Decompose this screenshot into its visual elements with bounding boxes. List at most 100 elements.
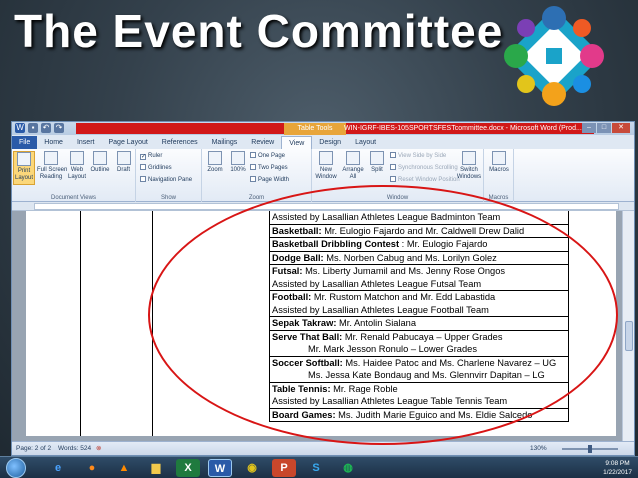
tab-review[interactable]: Review	[244, 136, 281, 149]
skype-icon[interactable]: S	[304, 459, 328, 477]
new-window-button[interactable]: New Window	[314, 151, 338, 185]
undo-icon[interactable]: ↶	[41, 123, 51, 133]
table-cell-line: Board Games: Ms. Judith Marie Eguico and…	[272, 409, 568, 422]
full-screen-reading-button[interactable]: Full Screen Reading	[37, 151, 67, 185]
zoom-100-button[interactable]: 100%	[228, 151, 248, 185]
switch-windows-button[interactable]: Switch Windows	[456, 151, 482, 185]
proofing-icon[interactable]: ⊗	[96, 442, 101, 455]
switch-windows-icon	[462, 151, 476, 165]
tab-design[interactable]: Design	[312, 136, 348, 149]
split-button[interactable]: Split	[368, 151, 386, 185]
two-pages-button[interactable]: Two Pages	[250, 164, 288, 172]
tab-page-layout[interactable]: Page Layout	[101, 136, 154, 149]
word-icon[interactable]: W	[208, 459, 232, 477]
powerpoint-icon[interactable]: P	[272, 459, 296, 477]
page-count[interactable]: Page: 2 of 2	[16, 442, 51, 455]
event-name: Basketball Dribbling Contest	[272, 239, 400, 249]
window-title: WIN-IGRF-IBES-105SPORTSFESTcommittee.doc…	[344, 125, 582, 132]
web-layout-icon	[70, 151, 84, 165]
tab-layout[interactable]: Layout	[348, 136, 383, 149]
zoom-slider-thumb[interactable]	[588, 445, 592, 453]
minimize-button[interactable]: –	[582, 123, 596, 133]
group-label: Show	[160, 195, 176, 201]
system-clock[interactable]: 9:08 PM 1/22/2017	[603, 459, 632, 477]
window-group: New Window Arrange All Split View Side b…	[312, 149, 484, 202]
assignee-text: Ms. Norben Cabug and Ms. Lorilyn Golez	[323, 252, 497, 263]
table-row[interactable]: Serve That Ball: Mr. Renald Pabucaya – U…	[269, 330, 569, 357]
view-side-by-side-button[interactable]: View Side by Side	[390, 152, 446, 160]
arrange-all-icon	[346, 151, 360, 165]
tab-file[interactable]: File	[12, 136, 38, 149]
quick-access-toolbar: W ▪ ↶ ↷	[15, 123, 64, 133]
file-explorer-icon[interactable]: ▆	[144, 459, 168, 477]
document-page[interactable]: Assisted by Lasallian Athletes League Ba…	[26, 211, 616, 436]
scroll-thumb[interactable]	[625, 321, 633, 351]
table-border-line	[152, 211, 153, 436]
assignee-text: Mr. Rustom Matchon and Mr. Edd Labastida	[311, 292, 496, 302]
zoom-100-icon	[231, 151, 245, 165]
clock-time: 9:08 PM	[605, 460, 630, 467]
one-page-button[interactable]: One Page	[250, 152, 285, 160]
ruler-checkbox[interactable]: ✓ Ruler	[140, 152, 162, 160]
assignee-text: Assisted by Lasallian Athletes League Fo…	[272, 304, 489, 315]
web-layout-button[interactable]: Web Layout	[67, 151, 87, 185]
table-row[interactable]: Sepak Takraw: Mr. Antolin Sialana	[269, 317, 569, 331]
internet-explorer-icon[interactable]: e	[46, 459, 70, 477]
page-width-button[interactable]: Page Width	[250, 176, 289, 184]
event-name: Table Tennis:	[272, 383, 331, 394]
zoom-button[interactable]: Zoom	[204, 151, 226, 185]
new-window-icon	[319, 151, 333, 165]
reset-window-position-button[interactable]: Reset Window Position	[390, 176, 460, 184]
vertical-scrollbar[interactable]	[622, 211, 634, 441]
firefox-icon[interactable]: ●	[80, 459, 104, 477]
start-button[interactable]	[6, 458, 26, 478]
committee-logo-icon	[504, 6, 604, 106]
close-button[interactable]: ✕	[612, 123, 630, 133]
draft-button[interactable]: Draft	[113, 151, 134, 185]
table-row[interactable]: Board Games: Ms. Judith Marie Eguico and…	[269, 408, 569, 422]
title-bar: W ▪ ↶ ↷ Table Tools WIN-IGRF-IBES-105SPO…	[12, 122, 634, 135]
tab-mailings[interactable]: Mailings	[205, 136, 245, 149]
word-app-icon[interactable]: W	[15, 123, 25, 133]
horizontal-ruler[interactable]	[12, 202, 634, 211]
event-name: Board Games:	[272, 409, 336, 420]
table-row[interactable]: Basketball: Mr. Eulogio Fajardo and Mr. …	[269, 224, 569, 238]
table-row[interactable]: Soccer Softball: Ms. Haidee Patoc and Ms…	[269, 356, 569, 383]
outline-button[interactable]: Outline	[89, 151, 111, 185]
redo-icon[interactable]: ↷	[54, 123, 64, 133]
excel-icon[interactable]: X	[176, 459, 200, 477]
tab-home[interactable]: Home	[37, 136, 70, 149]
synchronous-scrolling-button[interactable]: Synchronous Scrolling	[390, 164, 458, 172]
macros-group: Macros Macros	[484, 149, 514, 202]
zoom-slider[interactable]	[562, 445, 618, 453]
table-cell-line: Futsal: Ms. Liberty Jumamil and Ms. Jenn…	[272, 265, 568, 278]
ribbon: Print Layout Full Screen Reading Web Lay…	[12, 149, 634, 202]
tab-references[interactable]: References	[155, 136, 205, 149]
maximize-button[interactable]: □	[597, 123, 611, 133]
table-row[interactable]: Football: Mr. Rustom Matchon and Mr. Edd…	[269, 291, 569, 317]
word-count[interactable]: Words: 524	[58, 442, 91, 455]
table-row[interactable]: Futsal: Ms. Liberty Jumamil and Ms. Jenn…	[269, 265, 569, 291]
save-icon[interactable]: ▪	[28, 123, 38, 133]
table-cell-line: Assisted by Lasallian Athletes League Ta…	[272, 395, 568, 408]
gridlines-checkbox[interactable]: Gridlines	[140, 164, 172, 172]
vlc-icon[interactable]: ▲	[112, 459, 136, 477]
table-row[interactable]: Assisted by Lasallian Athletes League Ba…	[269, 211, 569, 225]
print-layout-button[interactable]: Print Layout	[13, 151, 35, 185]
zoom-level[interactable]: 130%	[530, 442, 547, 455]
spotify-icon[interactable]: ◍	[336, 459, 360, 477]
arrange-all-button[interactable]: Arrange All	[340, 151, 366, 185]
tab-view[interactable]: View	[281, 136, 313, 149]
table-cell-line: Basketball Dribbling Contest : Mr. Eulog…	[272, 238, 568, 251]
table-row[interactable]: Table Tennis: Mr. Rage Roble Assisted by …	[269, 382, 569, 409]
table-cell-line: Assisted by Lasallian Athletes League Fo…	[272, 304, 568, 317]
table-row[interactable]: Basketball Dribbling Contest : Mr. Eulog…	[269, 238, 569, 252]
taskbar: e ● ▲ ▆ X W ◉ P S ◍ 9:08 PM 1/22/2017	[0, 456, 638, 478]
navigation-pane-checkbox[interactable]: Navigation Pane	[140, 176, 192, 184]
macros-button[interactable]: Macros	[486, 151, 512, 185]
table-row[interactable]: Dodge Ball: Ms. Norben Cabug and Ms. Lor…	[269, 251, 569, 265]
table-tools-tab[interactable]: Table Tools	[284, 123, 346, 135]
chrome-icon[interactable]: ◉	[240, 459, 264, 477]
tab-insert[interactable]: Insert	[70, 136, 102, 149]
assignee-text: Ms. Judith Marie Eguico and Ms. Eldie Sa…	[335, 409, 533, 420]
